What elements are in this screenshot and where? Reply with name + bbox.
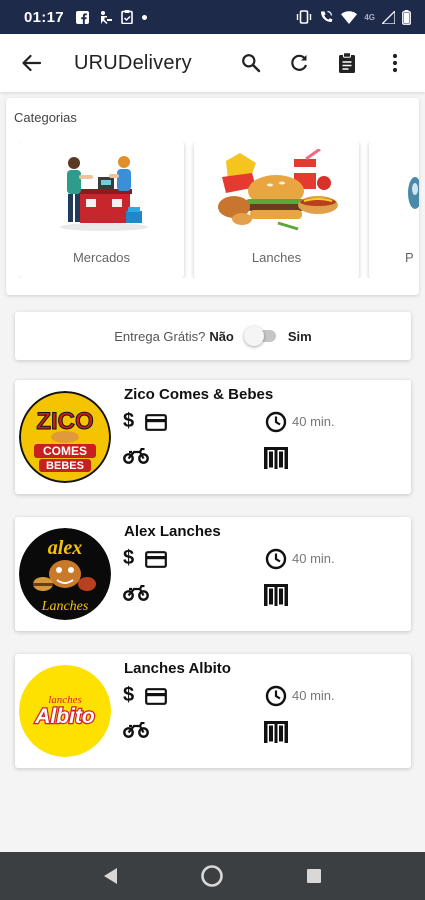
facebook-icon xyxy=(75,10,89,24)
motorcycle-icon xyxy=(123,584,149,606)
delivery-time: 40 min. xyxy=(292,414,335,429)
accessibility-icon xyxy=(98,10,112,24)
zico-logo-text-mid: COMES xyxy=(43,444,87,458)
back-triangle-icon xyxy=(103,868,117,884)
battery-icon xyxy=(402,9,411,25)
store-door-icon xyxy=(263,720,289,749)
more-options-button[interactable] xyxy=(375,43,415,83)
network-4g-icon: 4G xyxy=(364,12,375,22)
restaurant-card-zico[interactable]: ZICO COMES BEBES Zico Comes & Bebes $ 40… xyxy=(15,380,411,494)
partial-illustration xyxy=(369,148,419,236)
zico-logo-text-bot: BEBES xyxy=(46,460,84,472)
status-bar: 01:17 4G xyxy=(0,0,425,34)
price-icon: $ xyxy=(123,684,135,706)
refresh-button[interactable] xyxy=(279,43,319,83)
orders-button[interactable] xyxy=(327,43,367,83)
motorcycle-icon xyxy=(123,721,149,743)
clipboard-icon xyxy=(339,52,355,73)
zico-logo-text-top: ZICO xyxy=(36,408,93,435)
clock-icon xyxy=(265,685,287,712)
motorcycle-icon xyxy=(123,447,149,469)
category-card-lanches[interactable]: Lanches xyxy=(194,142,359,278)
credit-card-icon xyxy=(145,551,167,573)
category-label-mercados: Mercados xyxy=(72,250,131,265)
snacks-illustration xyxy=(194,148,359,236)
albito-logo-text-bot: Albito xyxy=(34,705,95,728)
restaurant-logo-albito: lanches Albito xyxy=(19,665,111,757)
status-time: 01:17 xyxy=(24,8,64,26)
restaurant-logo-zico: ZICO COMES BEBES xyxy=(19,391,111,483)
categories-panel: Categorias Mercados Lanches P xyxy=(6,98,419,295)
alex-logo-text-bot: Lanches xyxy=(41,599,89,614)
price-icon: $ xyxy=(123,547,135,569)
nav-back-button[interactable] xyxy=(91,856,131,896)
app-bar: URUDelivery xyxy=(0,34,425,92)
credit-card-icon xyxy=(145,688,167,710)
search-button[interactable] xyxy=(231,43,271,83)
system-nav-bar xyxy=(0,852,425,900)
clock-icon xyxy=(265,411,287,438)
restaurant-card-alex[interactable]: alex Lanches Alex Lanches $ 40 min. xyxy=(15,517,411,631)
clipboard-check-icon xyxy=(121,10,133,24)
credit-card-icon xyxy=(145,414,167,436)
alex-logo-text-top: alex xyxy=(48,537,82,559)
restaurant-card-albito[interactable]: lanches Albito Lanches Albito $ 40 min. xyxy=(15,654,411,768)
nav-recents-button[interactable] xyxy=(294,856,334,896)
clock-icon xyxy=(265,548,287,575)
app-bar-actions xyxy=(223,43,415,83)
store-door-icon xyxy=(263,446,289,475)
restaurant-name: Alex Lanches xyxy=(124,523,221,540)
categories-row[interactable]: Mercados Lanches P xyxy=(19,142,419,278)
category-label-lanches: Lanches xyxy=(251,250,302,265)
free-delivery-no-label: Não xyxy=(209,328,234,344)
status-right-icons: 4G xyxy=(296,9,411,25)
refresh-icon xyxy=(291,54,308,71)
price-icon: $ xyxy=(123,410,135,432)
signal-icon xyxy=(382,10,395,24)
toggle-thumb xyxy=(243,326,264,346)
wifi-icon xyxy=(341,10,358,24)
market-illustration xyxy=(19,148,184,236)
page-title: URUDelivery xyxy=(74,51,192,74)
search-icon xyxy=(242,54,261,73)
wifi-calling-icon xyxy=(319,10,334,24)
delivery-time: 40 min. xyxy=(292,688,335,703)
restaurant-logo-alex: alex Lanches xyxy=(19,528,111,620)
category-card-partial[interactable]: P xyxy=(369,142,419,278)
restaurant-name: Lanches Albito xyxy=(124,660,231,677)
store-door-icon xyxy=(263,583,289,612)
free-delivery-yes-label: Sim xyxy=(287,328,312,344)
vibrate-icon xyxy=(296,10,312,24)
notification-dot-icon xyxy=(141,14,147,20)
back-button[interactable] xyxy=(16,48,46,78)
more-vert-icon xyxy=(392,53,398,73)
free-delivery-toggle[interactable] xyxy=(243,326,278,346)
nav-home-button[interactable] xyxy=(192,856,232,896)
restaurant-name: Zico Comes & Bebes xyxy=(124,386,274,403)
free-delivery-filter: Entrega Grátis? Não Sim xyxy=(15,312,411,360)
arrow-left-icon xyxy=(22,54,41,72)
delivery-time: 40 min. xyxy=(292,551,335,566)
home-circle-icon xyxy=(201,865,224,887)
status-left-icons xyxy=(75,10,147,24)
category-label-partial: P xyxy=(405,250,414,265)
category-card-mercados[interactable]: Mercados xyxy=(19,142,184,278)
recents-square-icon xyxy=(307,869,322,883)
free-delivery-question: Entrega Grátis? xyxy=(114,328,206,344)
categories-heading: Categorias xyxy=(14,110,77,125)
